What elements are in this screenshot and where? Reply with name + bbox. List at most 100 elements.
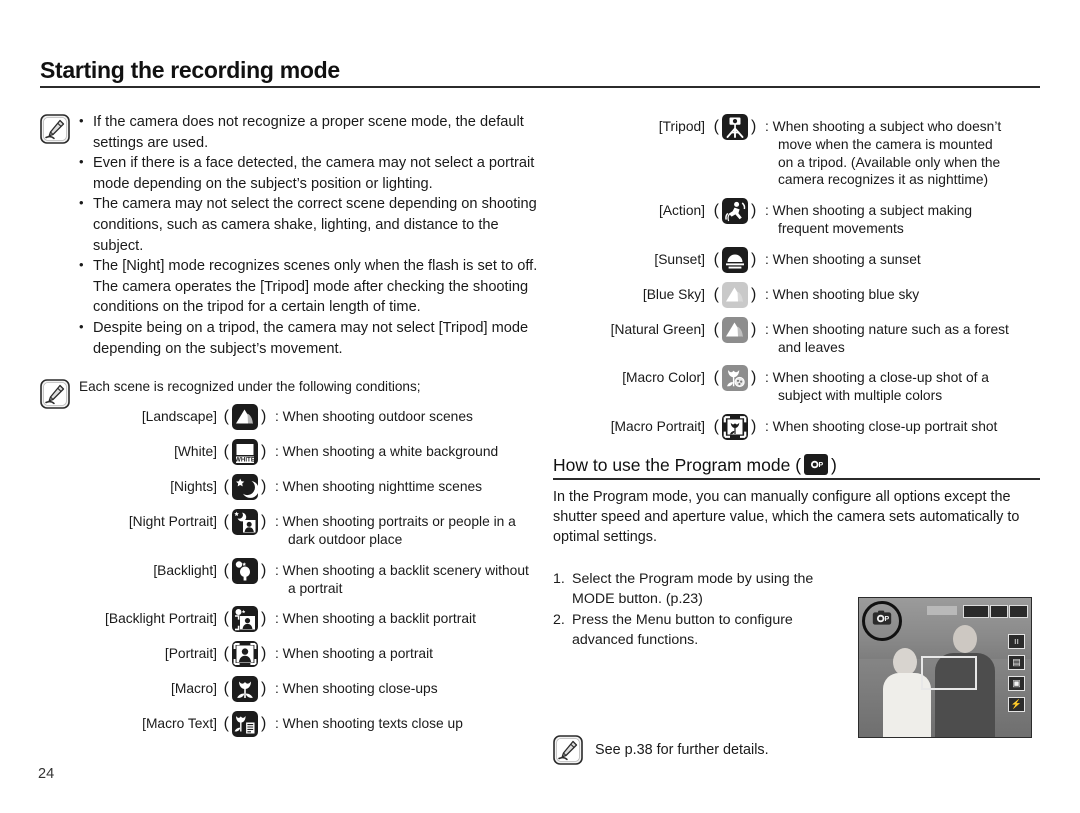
focus-area-icon: ▣: [1008, 676, 1025, 691]
scene-desc-text: When shooting a subject who doesn’t: [772, 119, 1002, 134]
paren-open: (: [223, 610, 229, 628]
paren-open: (: [223, 645, 229, 663]
scene-description: : When shooting a backlit scenery withou…: [273, 556, 540, 598]
scene-label: [Blue Sky]: [642, 286, 705, 302]
scene-label: [Backlight]: [153, 562, 217, 578]
colon: :: [765, 251, 773, 267]
colon: :: [275, 716, 283, 732]
note-body: Each scene is recognized under the follo…: [79, 377, 540, 744]
scene-desc-text: When shooting blue sky: [772, 286, 920, 302]
scene-description: : When shooting texts close up: [273, 709, 540, 733]
step-number: 2.: [553, 611, 565, 628]
step-text: Select the Program mode by using the MOD…: [572, 570, 814, 607]
scene-desc-text: When shooting nature such as a forest: [772, 321, 1009, 337]
table-row: [Nights] ( ) : When shooting nighttime s…: [79, 472, 540, 501]
scene-conditions-note: Each scene is recognized under the follo…: [40, 377, 540, 744]
colon: :: [765, 203, 773, 219]
program-mode-camera-icon: P: [870, 608, 894, 634]
natural-green-icon: [722, 316, 748, 343]
scene-icon-cell: ( ): [705, 315, 765, 343]
scene-description: : When shooting blue sky: [765, 280, 1040, 304]
scene-desc-text: When shooting close-up portrait shot: [772, 418, 998, 434]
paren-close: ): [261, 513, 267, 531]
colon: :: [275, 646, 283, 662]
scene-desc-text: When shooting a backlit scenery without: [282, 562, 529, 578]
scene-desc-text-2: move when the camera is mounted: [778, 136, 993, 152]
scene-label: [Portrait]: [164, 646, 217, 662]
night-portrait-icon: [232, 509, 258, 536]
scene-icon-cell: ( ): [705, 412, 765, 440]
backlight-icon: [232, 557, 258, 584]
scene-desc-text-3: on a tripod. (Available only when the: [778, 154, 1001, 170]
program-mode-heading: How to use the Program mode ( P ): [553, 454, 1040, 476]
list-item: If the camera does not recognize a prope…: [79, 111, 540, 153]
scene-label: [Sunset]: [654, 251, 705, 267]
scene-label: [Night Portrait]: [128, 514, 217, 530]
scene-description: : When shooting a white background: [273, 437, 540, 461]
title-divider: [40, 86, 1040, 89]
scene-desc-text: When shooting a sunset: [772, 251, 921, 267]
paren-open: (: [713, 202, 719, 220]
paren-open: (: [223, 443, 229, 461]
paren-close: ): [261, 645, 267, 663]
scene-icon-cell: ( ): [217, 507, 273, 536]
scene-desc-text-4: camera recognizes it as nighttime): [778, 172, 989, 188]
colon: :: [275, 514, 283, 530]
note-pencil-icon: [553, 735, 583, 765]
scene-icon-cell: ( ): [705, 245, 765, 273]
paren-open: (: [713, 417, 719, 435]
paren-close: ): [261, 561, 267, 579]
scene-description: : When shooting a subject making frequen…: [765, 196, 1040, 238]
scene-description: : When shooting nature such as a forest …: [765, 315, 1040, 357]
paren-open: (: [713, 118, 719, 135]
colon: :: [765, 119, 773, 134]
scene-desc-text: When shooting a portrait: [282, 646, 433, 662]
macro-text-icon: [232, 711, 258, 738]
table-row: [Backlight Portrait] (): When shooting…: [79, 604, 540, 633]
scene-limitation-bullet-list: If the camera does not recognize a prope…: [79, 111, 540, 359]
macro-color-icon: [722, 365, 748, 392]
scene-label: [Action]: [658, 203, 705, 219]
list-item: Even if there is a face detected, the ca…: [79, 152, 540, 194]
paren-close: ): [751, 417, 757, 435]
scene-icon-cell: ( ): [705, 363, 765, 392]
table-row: [Macro Portrait] ( ) : When shooting clo…: [553, 412, 1040, 440]
table-row: [Macro Color] ( ) : When shooting a clos…: [553, 363, 1040, 405]
colon: :: [765, 321, 773, 337]
list-item: The camera may not select the correct sc…: [79, 193, 540, 256]
portrait-icon: [232, 641, 258, 668]
scene-description: : When shooting a subject who doesn’t mo…: [765, 112, 1040, 189]
scene-label: [Macro]: [171, 681, 217, 697]
paren-close: ): [261, 715, 267, 733]
page-header: Starting the recording mode: [40, 57, 1040, 89]
scene-label: [White]: [174, 444, 217, 460]
scene-desc-text: When shooting nighttime scenes: [282, 479, 483, 495]
scene-desc-text: When shooting a subject making: [772, 203, 973, 219]
paren-close: ): [261, 680, 267, 698]
scene-desc-text-2: a portrait: [288, 580, 343, 596]
note-pencil-icon: [40, 379, 70, 409]
macro-portrait-icon: [722, 413, 748, 440]
program-mode-paragraph: In the Program mode, you can manually co…: [553, 488, 1020, 545]
scene-desc-text: When shooting outdoor scenes: [282, 409, 473, 425]
table-row: [Tripod] ( ) : When shooting a subject w…: [553, 112, 1040, 189]
colon: :: [275, 444, 283, 460]
table-row: [Macro Text] ( ): When shooting texts c…: [79, 709, 540, 738]
table-row: [Night Portrait] ( ): When shooting por…: [79, 507, 540, 549]
paren-open: (: [223, 478, 229, 496]
table-row: [Portrait] ( ): When shooting a portrai…: [79, 639, 540, 668]
scene-label: [Tripod]: [658, 119, 705, 134]
sunset-icon: [722, 246, 748, 273]
scene-description: : When shooting nighttime scenes: [273, 472, 540, 496]
paren-close: ): [751, 250, 757, 268]
list-item: Despite being on a tripod, the camera ma…: [79, 317, 540, 359]
scene-description: : When shooting close-ups: [273, 674, 540, 698]
camera-lcd-preview: ıı ▤ ▣ ⚡ P: [858, 597, 1032, 738]
scene-desc-text-2: frequent movements: [778, 220, 904, 236]
table-row: [Action] ( ) : When shooting a subject m…: [553, 196, 1040, 238]
lcd-mode-indicator-highlight: P: [862, 601, 902, 641]
paren-close: ): [261, 478, 267, 496]
page-title: Starting the recording mode: [40, 57, 340, 83]
lcd-resolution-badge: [963, 605, 989, 618]
scene-list-left: [Landscape] ( ) : When shooting outdoor …: [79, 402, 540, 738]
